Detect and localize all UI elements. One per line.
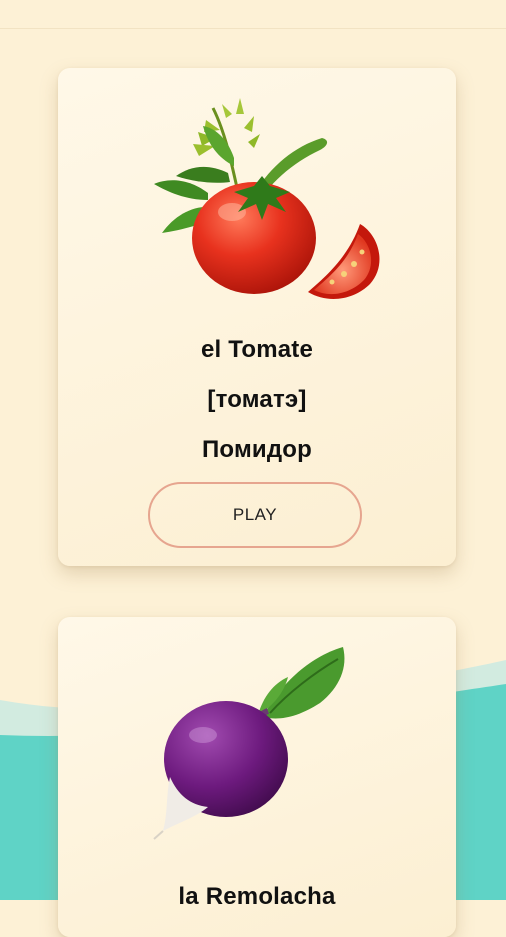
word-spanish: la Remolacha — [178, 883, 336, 910]
word-card-beetroot: la Remolacha — [58, 617, 456, 937]
word-spanish: el Tomate — [200, 336, 314, 363]
play-button[interactable]: PLAY — [148, 482, 362, 548]
top-divider — [0, 28, 506, 29]
beetroot-icon — [153, 647, 345, 840]
word-card-tomato: el Tomate [томатэ] Помидор PLAY — [58, 68, 456, 566]
word-transcription: [томатэ] — [207, 386, 307, 413]
word-translation: Помидор — [201, 436, 313, 463]
tomato-icon — [154, 98, 380, 299]
